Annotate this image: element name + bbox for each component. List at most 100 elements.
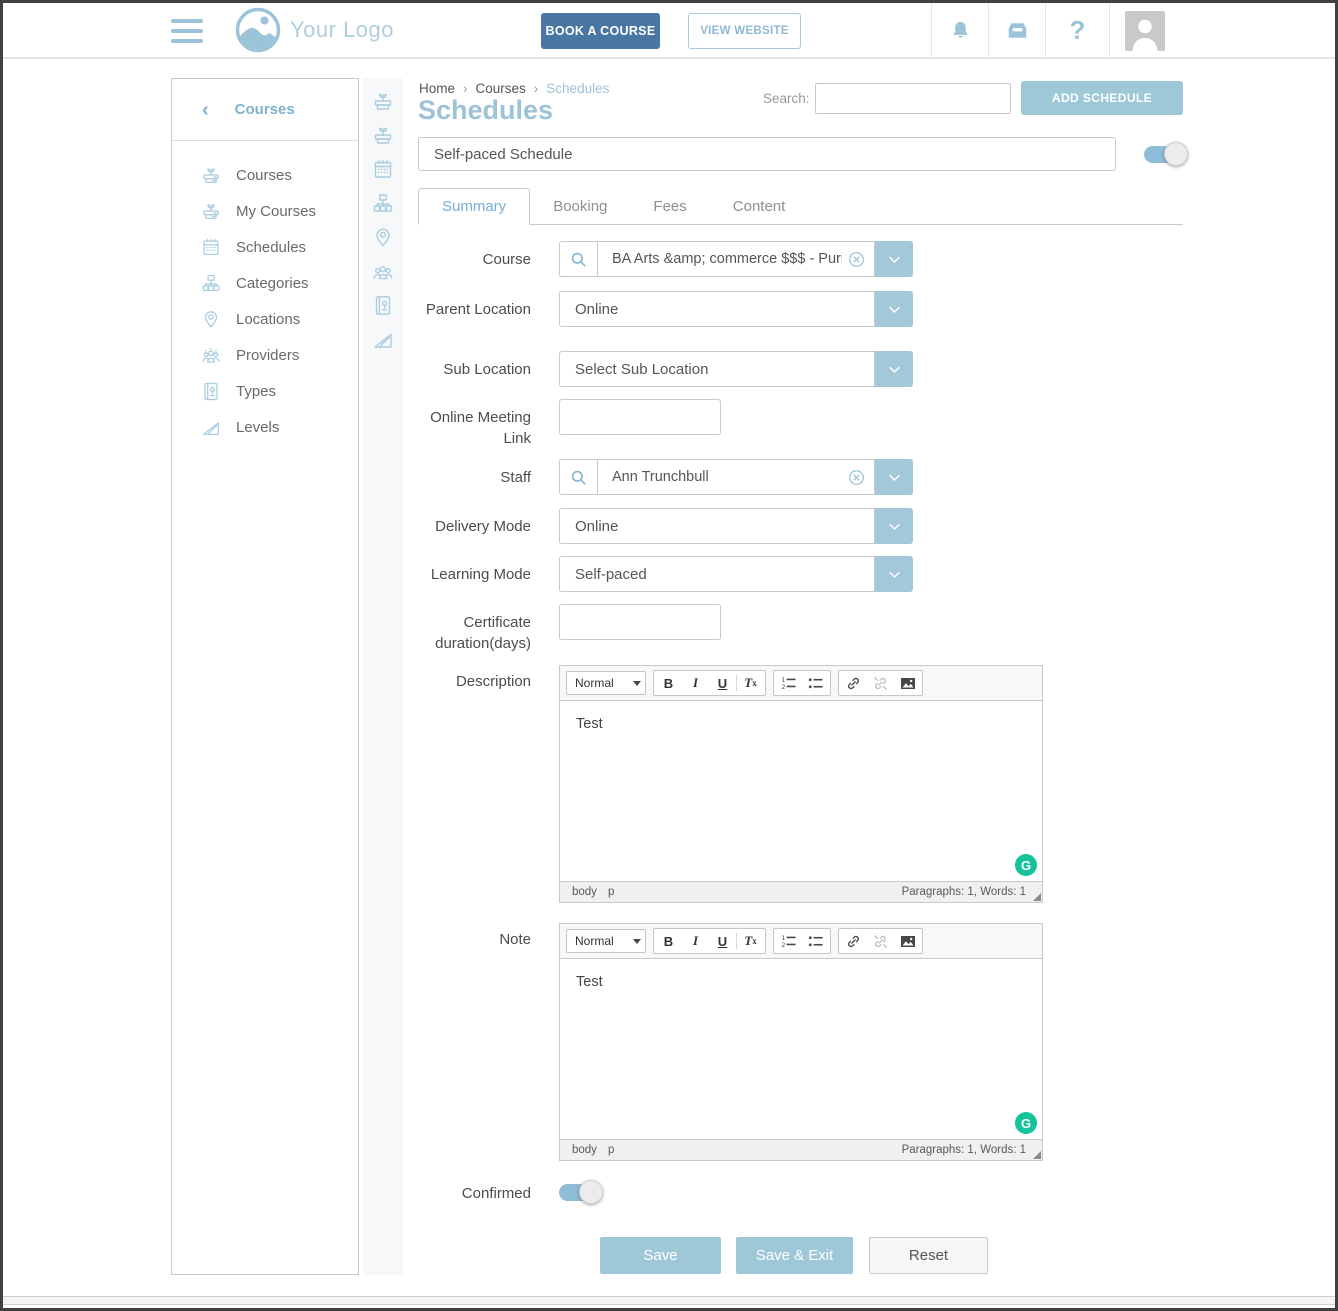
course-value-field[interactable]: BA Arts &amp; commerce $$$ - Puri (597, 241, 875, 277)
learning-mode-select[interactable]: Self-paced (559, 556, 913, 592)
word-count: Paragraphs: 1, Words: 1 (902, 1144, 1036, 1156)
staff-value-field[interactable]: Ann Trunchbull (597, 459, 875, 495)
help-button[interactable]: ? (1045, 3, 1110, 57)
remove-format-icon[interactable]: Tx (737, 672, 764, 694)
courses-icon (200, 164, 222, 186)
remove-format-icon[interactable]: Tx (737, 930, 764, 952)
bullet-list-icon[interactable] (802, 930, 829, 952)
tab-content[interactable]: Content (710, 188, 809, 224)
schedules-icon[interactable] (371, 157, 395, 181)
grammarly-badge-icon[interactable]: G (1015, 854, 1037, 876)
ordered-list-icon[interactable]: 12 (775, 930, 802, 952)
path-p[interactable]: p (608, 1144, 614, 1156)
svg-text:2: 2 (781, 684, 785, 691)
ordered-list-icon[interactable]: 12 (775, 672, 802, 694)
levels-icon[interactable] (371, 327, 395, 351)
add-schedule-button[interactable]: ADD SCHEDULE (1021, 81, 1183, 115)
meeting-link-input[interactable] (559, 399, 721, 435)
save-exit-button[interactable]: Save & Exit (736, 1237, 853, 1274)
italic-icon[interactable]: I (682, 930, 709, 952)
schedule-enabled-toggle[interactable] (1144, 146, 1184, 163)
format-dropdown[interactable]: Normal (566, 671, 646, 695)
inbox-button[interactable] (988, 3, 1045, 57)
confirmed-toggle[interactable] (559, 1184, 599, 1201)
format-dropdown[interactable]: Normal (566, 929, 646, 953)
sidebar-item-types[interactable]: Types (172, 373, 358, 409)
sidebar-item-courses[interactable]: Courses (172, 157, 358, 193)
search-input[interactable] (815, 83, 1011, 114)
sub-location-select[interactable]: Select Sub Location (559, 351, 913, 387)
bullet-list-icon[interactable] (802, 672, 829, 694)
course-dropdown-button[interactable] (875, 241, 913, 277)
tab-summary[interactable]: Summary (418, 188, 530, 225)
save-button[interactable]: Save (600, 1237, 721, 1274)
chevron-down-icon (887, 302, 902, 317)
tab-fees[interactable]: Fees (630, 188, 709, 224)
sidebar-back-header[interactable]: Courses (172, 79, 358, 141)
resize-handle[interactable] (1033, 893, 1041, 901)
logo-text: Your Logo (290, 17, 394, 43)
book-a-course-button[interactable]: BOOK A COURSE (541, 13, 660, 49)
course-search-button[interactable] (559, 241, 597, 277)
learning-mode-label: Learning Mode (418, 556, 531, 585)
chevron-down-icon (887, 567, 902, 582)
learning-mode-dropdown-button[interactable] (875, 556, 913, 592)
providers-icon[interactable] (371, 259, 395, 283)
image-icon[interactable] (894, 930, 921, 952)
list-group: 12 (773, 928, 831, 954)
breadcrumb-courses[interactable]: Courses (476, 81, 539, 96)
path-body[interactable]: body (572, 886, 597, 898)
search-icon (569, 468, 588, 487)
schedule-name-input[interactable] (418, 137, 1116, 171)
delivery-mode-dropdown-button[interactable] (875, 508, 913, 544)
resize-handle[interactable] (1033, 1151, 1041, 1159)
bold-icon[interactable]: B (655, 930, 682, 952)
image-icon[interactable] (894, 672, 921, 694)
locations-icon[interactable] (371, 225, 395, 249)
view-website-button[interactable]: VIEW WEBSITE (688, 13, 801, 49)
sidebar-item-locations[interactable]: Locations (172, 301, 358, 337)
certificate-duration-input[interactable] (559, 604, 721, 640)
breadcrumb-home[interactable]: Home (419, 81, 468, 96)
search-icon (569, 250, 588, 269)
categories-icon[interactable] (371, 191, 395, 215)
reset-button[interactable]: Reset (869, 1237, 988, 1274)
sidebar-item-my-courses[interactable]: My Courses (172, 193, 358, 229)
my-courses-icon[interactable] (371, 123, 395, 147)
note-content[interactable]: Test G (560, 959, 1042, 1139)
staff-dropdown-button[interactable] (875, 459, 913, 495)
staff-search-button[interactable] (559, 459, 597, 495)
avatar[interactable] (1125, 11, 1165, 51)
horizontal-scrollbar[interactable] (3, 1296, 1335, 1305)
logo[interactable]: Your Logo (234, 6, 394, 54)
grammarly-badge-icon[interactable]: G (1015, 1112, 1037, 1134)
description-text: Test (576, 716, 1026, 732)
bold-icon[interactable]: B (655, 672, 682, 694)
page-title: Schedules (418, 95, 553, 126)
delivery-mode-select[interactable]: Online (559, 508, 913, 544)
search-label: Search: (763, 91, 810, 106)
underline-icon[interactable]: U (709, 930, 736, 952)
types-icon[interactable] (371, 293, 395, 317)
link-icon[interactable] (840, 672, 867, 694)
hamburger-menu-icon[interactable] (171, 19, 203, 43)
sub-location-dropdown-button[interactable] (875, 351, 913, 387)
path-p[interactable]: p (608, 886, 614, 898)
link-icon[interactable] (840, 930, 867, 952)
tab-booking[interactable]: Booking (530, 188, 630, 224)
description-content[interactable]: Test G (560, 701, 1042, 881)
path-body[interactable]: body (572, 1144, 597, 1156)
italic-icon[interactable]: I (682, 672, 709, 694)
notifications-button[interactable] (931, 3, 988, 57)
sidebar-item-categories[interactable]: Categories (172, 265, 358, 301)
clear-course-icon[interactable] (848, 251, 865, 268)
clear-staff-icon[interactable] (848, 469, 865, 486)
parent-location-select[interactable]: Online (559, 291, 913, 327)
sidebar-item-schedules[interactable]: Schedules (172, 229, 358, 265)
back-chevron-icon (202, 100, 209, 120)
underline-icon[interactable]: U (709, 672, 736, 694)
sidebar-item-providers[interactable]: Providers (172, 337, 358, 373)
parent-location-dropdown-button[interactable] (875, 291, 913, 327)
sidebar-item-levels[interactable]: Levels (172, 409, 358, 445)
courses-icon[interactable] (371, 89, 395, 113)
